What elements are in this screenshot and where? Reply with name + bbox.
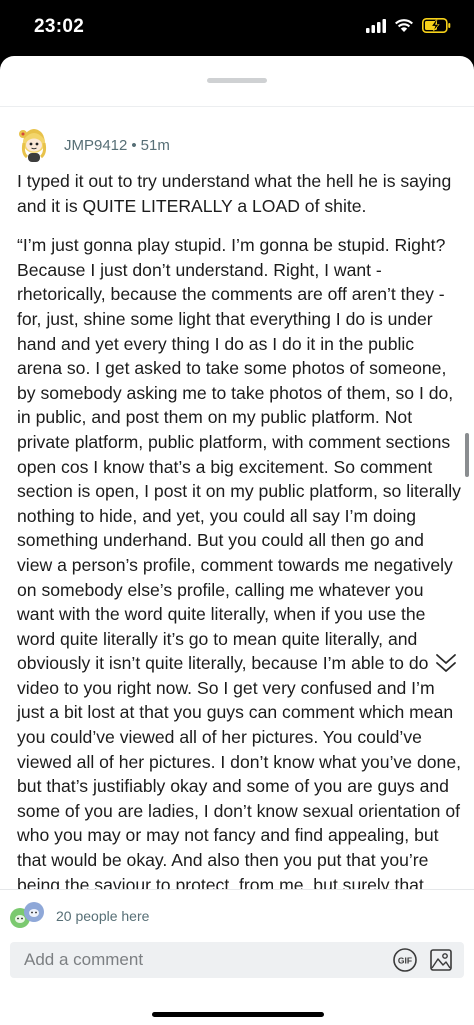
comment-header: JMP9412 • 51m bbox=[14, 125, 170, 165]
battery-charging-icon bbox=[422, 18, 452, 38]
gif-label: GIF bbox=[398, 956, 412, 966]
presence-avatars bbox=[10, 902, 50, 930]
status-bar: 23:02 bbox=[0, 0, 474, 56]
comment-composer-panel: 20 people here GIF bbox=[0, 889, 474, 1025]
gif-button[interactable]: GIF bbox=[392, 947, 418, 973]
comment-sheet: JMP9412 • 51m I typed it out to try unde… bbox=[0, 56, 474, 1025]
comment-paragraph: “I’m just gonna play stupid. I’m gonna b… bbox=[17, 235, 462, 942]
presence-avatar-icon bbox=[24, 902, 44, 927]
comment-username[interactable]: JMP9412 bbox=[64, 137, 127, 154]
collapse-thread-button[interactable] bbox=[428, 647, 464, 683]
comment-paragraph: I typed it out to try understand what th… bbox=[17, 171, 452, 216]
home-indicator bbox=[152, 1012, 324, 1017]
presence-indicator: 20 people here bbox=[10, 902, 149, 930]
meta-separator: • bbox=[131, 136, 137, 154]
wifi-icon bbox=[394, 18, 414, 38]
scrollbar-thumb[interactable] bbox=[465, 433, 469, 477]
image-button[interactable] bbox=[428, 947, 454, 973]
gif-icon: GIF bbox=[393, 948, 417, 972]
snoo-avatar-icon[interactable] bbox=[14, 125, 54, 165]
comment-body: I typed it out to try understand what th… bbox=[17, 169, 463, 942]
signal-icon bbox=[366, 18, 386, 38]
status-icons bbox=[366, 18, 452, 38]
presence-count: 20 people here bbox=[56, 908, 150, 924]
comment-input[interactable] bbox=[10, 949, 392, 971]
sheet-grab-handle[interactable] bbox=[207, 78, 267, 83]
comment-scroll-area[interactable]: JMP9412 • 51m I typed it out to try unde… bbox=[0, 106, 474, 942]
comment-input-box[interactable]: GIF bbox=[10, 942, 464, 978]
status-time: 23:02 bbox=[34, 16, 85, 37]
collapse-chevron-icon bbox=[434, 652, 458, 679]
comment-timestamp: 51m bbox=[140, 136, 170, 154]
image-icon bbox=[430, 949, 452, 971]
